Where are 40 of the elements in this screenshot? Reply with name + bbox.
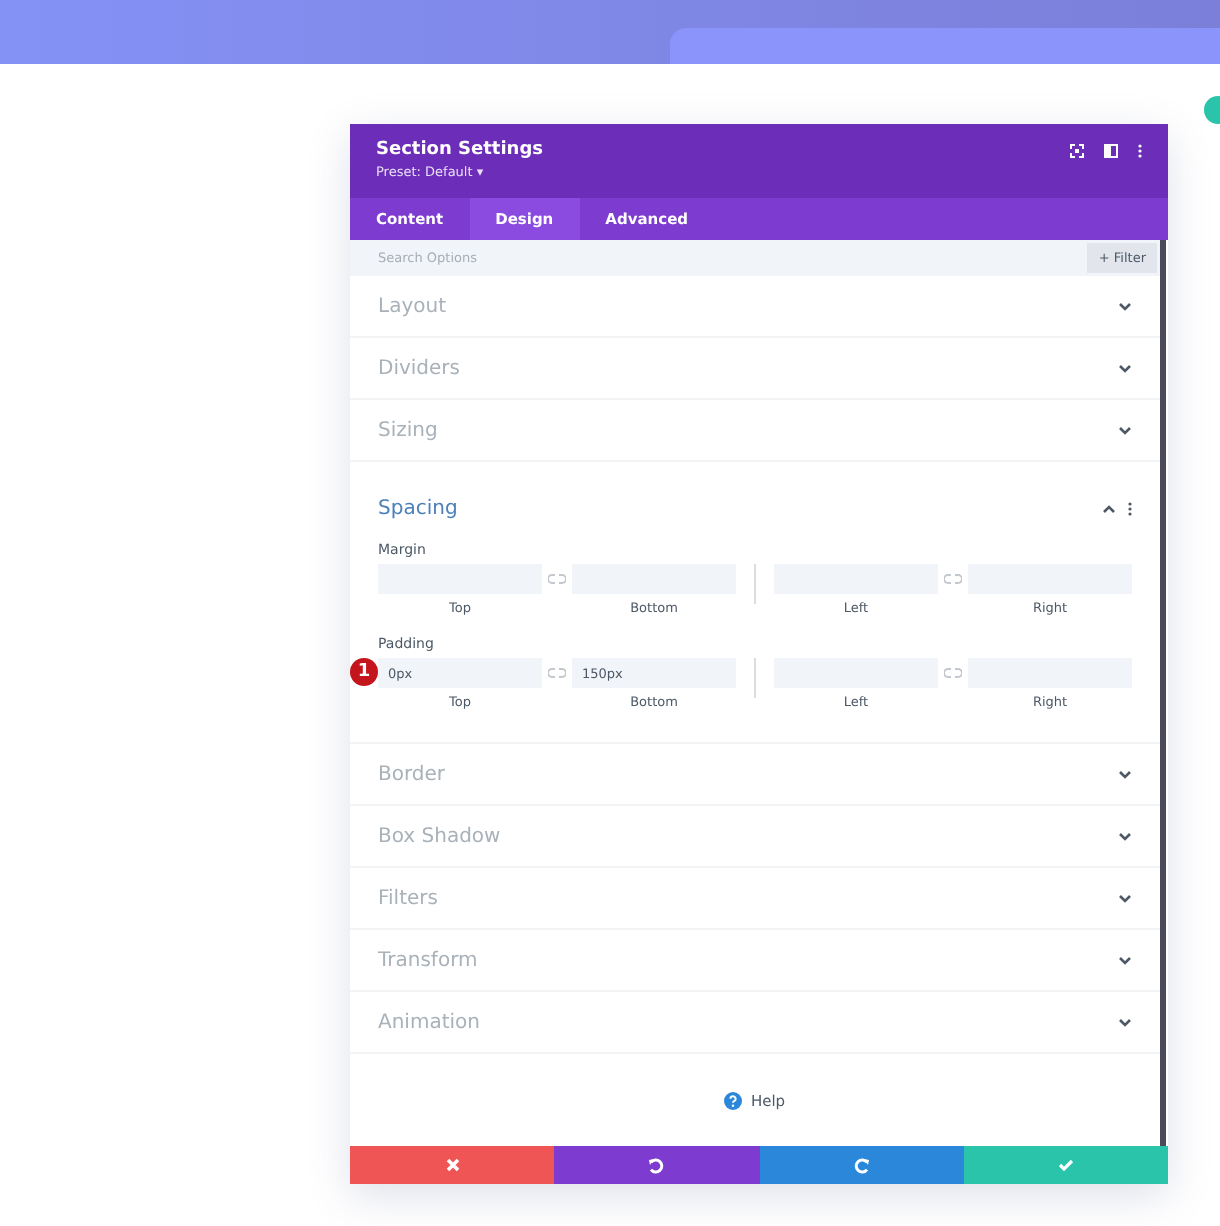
link-icon[interactable] <box>944 668 962 678</box>
section-header[interactable]: Dividers <box>350 338 1160 398</box>
check-icon <box>1057 1158 1074 1172</box>
section-header[interactable]: Sizing <box>350 400 1160 460</box>
redo-icon <box>853 1157 870 1173</box>
section-title: Box Shadow <box>378 825 501 847</box>
section-header[interactable]: Filters <box>350 868 1160 928</box>
link-icon[interactable] <box>548 668 566 678</box>
close-icon <box>445 1158 460 1172</box>
section-title: Filters <box>378 887 438 909</box>
section-title: Sizing <box>378 419 438 441</box>
section-title: Transform <box>378 949 478 971</box>
section-title: Animation <box>378 1011 480 1033</box>
chevron-down-icon[interactable] <box>1118 1017 1132 1027</box>
section-title: Layout <box>378 295 446 317</box>
link-icon[interactable] <box>548 574 566 584</box>
chevron-down-icon[interactable] <box>1118 363 1132 373</box>
chevron-up-icon[interactable] <box>1102 503 1116 513</box>
undo-icon <box>648 1157 665 1173</box>
section-header[interactable]: Layout <box>350 276 1160 336</box>
link-icon[interactable] <box>944 574 962 584</box>
section-header[interactable]: Animation <box>350 992 1160 1052</box>
chevron-down-icon[interactable] <box>1118 955 1132 965</box>
section-header[interactable]: Transform <box>350 930 1160 990</box>
chevron-down-icon[interactable] <box>1118 831 1132 841</box>
panel-title: Section Settings <box>376 140 544 160</box>
chevron-down-icon[interactable] <box>1118 769 1132 779</box>
chevron-down-icon[interactable] <box>1118 893 1132 903</box>
section-header[interactable]: Box Shadow <box>350 806 1160 866</box>
section-header[interactable]: Spacing <box>350 462 1160 534</box>
step-badge: 1 <box>350 658 378 686</box>
help-icon[interactable] <box>724 1091 743 1109</box>
sidebar-icon[interactable] <box>1104 144 1118 158</box>
chevron-down-icon[interactable] <box>1118 301 1132 311</box>
section-title: Dividers <box>378 357 460 379</box>
section-title: Spacing <box>378 497 458 519</box>
chevron-down-icon[interactable] <box>1118 425 1132 435</box>
section-header[interactable]: Border <box>350 744 1160 804</box>
section-title: Border <box>378 763 446 785</box>
expand-icon[interactable] <box>1070 144 1084 158</box>
